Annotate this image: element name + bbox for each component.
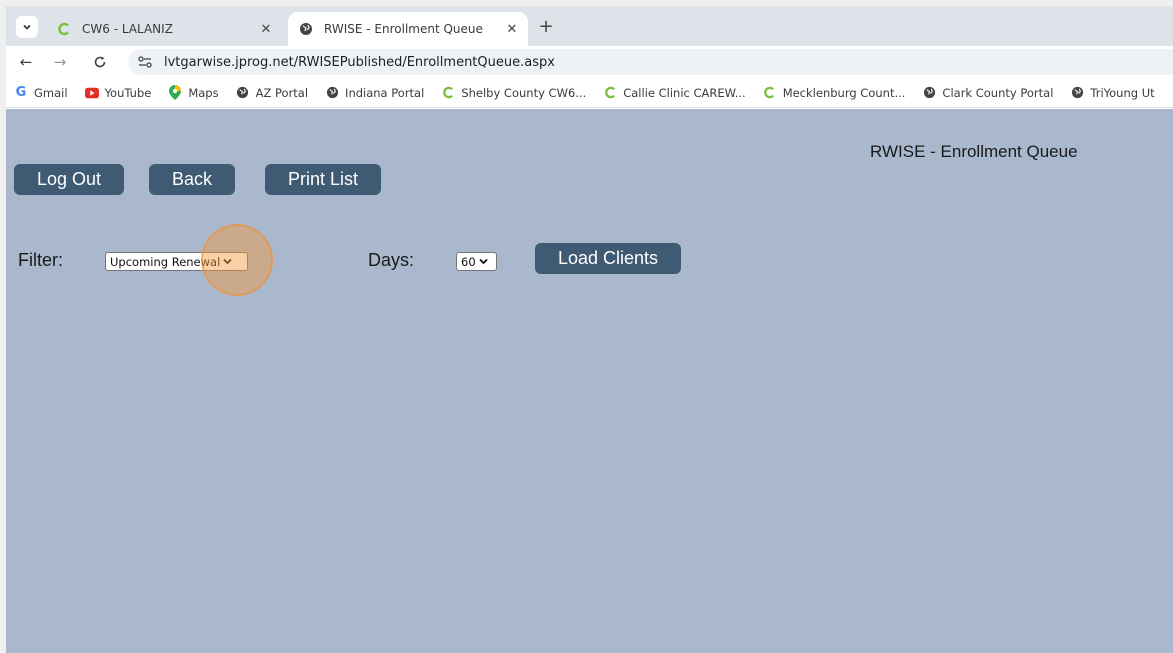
- careware-icon: [603, 86, 617, 100]
- google-icon: G: [15, 85, 27, 100]
- page-content: RWISE - Enrollment Queue Log Out Back Pr…: [6, 109, 1173, 653]
- back-arrow-icon[interactable]: ←: [16, 52, 36, 72]
- address-bar[interactable]: lvtgarwise.jprog.net/RWISEPublished/Enro…: [128, 49, 1173, 75]
- globe-icon: [1070, 86, 1084, 100]
- chevron-down-icon: [223, 258, 232, 265]
- close-icon[interactable]: ✕: [256, 22, 276, 37]
- browser-toolbar: ← → lvtgarwise.jprog.net/RWISEPublished/…: [6, 46, 1173, 78]
- days-select-value: 60: [461, 254, 476, 269]
- log-out-button[interactable]: Log Out: [14, 164, 124, 195]
- tab-strip: CW6 - LALANIZ ✕ RWISE - Enrollment Queue…: [6, 6, 1173, 46]
- chevron-down-icon: [479, 258, 488, 265]
- careware-icon: [441, 86, 455, 100]
- tab-title: RWISE - Enrollment Queue: [324, 22, 483, 36]
- tab-search-icon[interactable]: [16, 16, 38, 38]
- tab-cw6[interactable]: CW6 - LALANIZ ✕: [46, 12, 282, 46]
- new-tab-plus-icon[interactable]: +: [536, 18, 556, 38]
- youtube-icon: [84, 86, 99, 100]
- tab-rwise[interactable]: RWISE - Enrollment Queue ✕: [288, 12, 528, 46]
- page-title: RWISE - Enrollment Queue: [870, 142, 1078, 161]
- url-text: lvtgarwise.jprog.net/RWISEPublished/Enro…: [164, 54, 555, 70]
- bookmark-callie-clinic[interactable]: Callie Clinic CAREW...: [603, 86, 746, 100]
- careware-icon: [763, 86, 777, 100]
- bookmark-maps[interactable]: Maps: [168, 85, 219, 100]
- bookmarks-bar: G Gmail YouTube Maps AZ Portal Indiana P…: [6, 78, 1173, 108]
- bookmark-indiana-portal[interactable]: Indiana Portal: [325, 86, 424, 100]
- load-clients-button[interactable]: Load Clients: [535, 243, 681, 274]
- days-select[interactable]: 60: [456, 252, 497, 271]
- reload-icon[interactable]: [90, 52, 110, 72]
- close-icon[interactable]: ✕: [502, 22, 522, 37]
- bookmark-shelby-county[interactable]: Shelby County CW6...: [441, 86, 586, 100]
- bookmark-mecklenburg[interactable]: Mecklenburg Count...: [763, 86, 905, 100]
- filter-select-value: Upcoming Renewal: [110, 254, 221, 269]
- print-list-button[interactable]: Print List: [265, 164, 381, 195]
- bookmark-triyoung[interactable]: TriYoung Ut: [1070, 86, 1155, 100]
- forward-arrow-icon[interactable]: →: [50, 52, 70, 72]
- bookmark-az-portal[interactable]: AZ Portal: [236, 86, 308, 100]
- filter-select[interactable]: Upcoming Renewal: [105, 252, 248, 271]
- globe-icon: [236, 86, 250, 100]
- globe-icon: [325, 86, 339, 100]
- tab-title: CW6 - LALANIZ: [82, 22, 173, 36]
- bookmark-gmail[interactable]: G Gmail: [14, 85, 68, 100]
- globe-icon: [922, 86, 936, 100]
- maps-pin-icon: [168, 85, 182, 100]
- bookmark-youtube[interactable]: YouTube: [84, 86, 151, 100]
- filter-label: Filter:: [18, 250, 63, 270]
- browser-window: CW6 - LALANIZ ✕ RWISE - Enrollment Queue…: [6, 6, 1173, 653]
- back-button[interactable]: Back: [149, 164, 235, 195]
- site-settings-icon[interactable]: [134, 51, 156, 73]
- careware-icon: [56, 21, 72, 37]
- globe-icon: [298, 21, 314, 37]
- bookmark-clark-county[interactable]: Clark County Portal: [922, 86, 1053, 100]
- days-label: Days:: [368, 250, 415, 270]
